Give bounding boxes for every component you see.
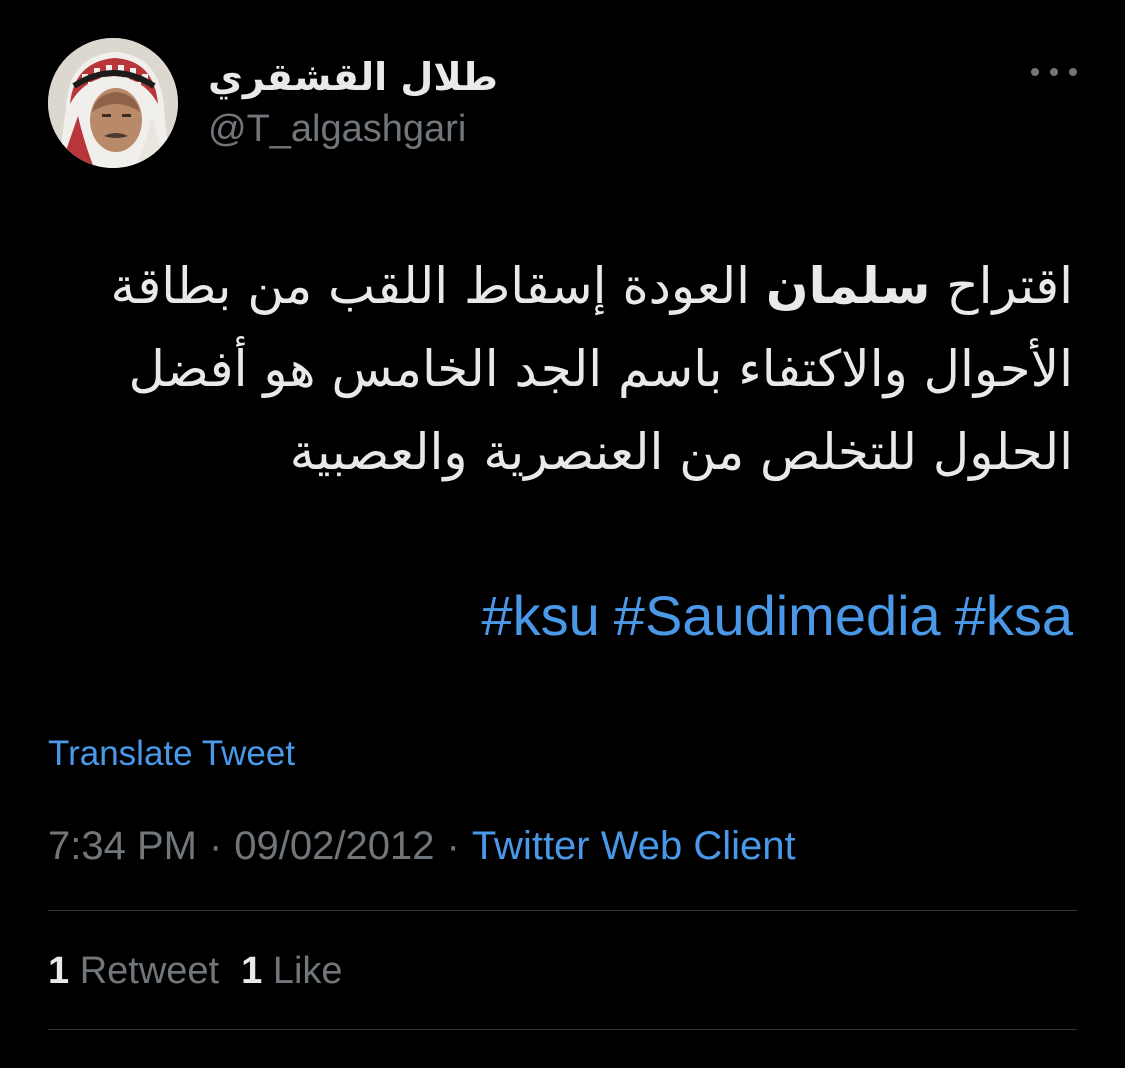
retweets-count: 1 xyxy=(48,950,70,992)
retweets-label: Retweet xyxy=(79,950,220,992)
tweet-time[interactable]: 7:34 PM xyxy=(48,824,197,868)
hashtag-link[interactable]: #ksa xyxy=(955,584,1073,647)
retweets-stat[interactable]: 1 Retweet xyxy=(48,950,219,992)
hashtag-link[interactable]: #Saudimedia xyxy=(614,584,941,647)
likes-label: Like xyxy=(272,950,343,992)
author-names: طلال القشقري @T_algashgari xyxy=(208,52,768,154)
tweet-stats: 1 Retweet 1 Like xyxy=(48,944,343,998)
dot-icon xyxy=(1050,68,1058,76)
meta-separator: · xyxy=(208,824,223,868)
divider xyxy=(48,910,1077,911)
more-options-icon[interactable] xyxy=(1031,60,1077,84)
tweet-hashtags: #ksu #Saudimedia #ksa xyxy=(468,580,1074,652)
user-avatar-photo-icon xyxy=(48,38,178,168)
tweet-meta: 7:34 PM · 09/02/2012 · Twitter Web Client xyxy=(48,818,796,874)
divider xyxy=(48,1029,1077,1030)
tweet-text-bold: سلمان xyxy=(765,257,931,315)
translate-tweet-link[interactable]: Translate Tweet xyxy=(48,730,295,778)
author-handle[interactable]: @T_algashgari xyxy=(208,104,768,154)
likes-count: 1 xyxy=(241,950,263,992)
tweet-text: اقتراح سلمان العودة إسقاط اللقب من بطاقة… xyxy=(48,245,1073,494)
author-avatar[interactable] xyxy=(48,38,178,168)
dot-icon xyxy=(1069,68,1077,76)
dot-icon xyxy=(1031,68,1039,76)
likes-stat[interactable]: 1 Like xyxy=(241,950,342,992)
meta-separator: · xyxy=(446,824,460,868)
tweet-date[interactable]: 09/02/2012 xyxy=(234,824,434,868)
tweet-detail: طلال القشقري @T_algashgari اقتراح سلمان … xyxy=(0,0,1125,1068)
tweet-source-link[interactable]: Twitter Web Client xyxy=(472,824,796,868)
hashtag-link[interactable]: #ksu xyxy=(482,584,600,647)
tweet-header: طلال القشقري @T_algashgari xyxy=(48,38,1077,168)
tweet-text-part: اقتراح xyxy=(930,257,1073,315)
author-display-name[interactable]: طلال القشقري xyxy=(208,52,768,102)
